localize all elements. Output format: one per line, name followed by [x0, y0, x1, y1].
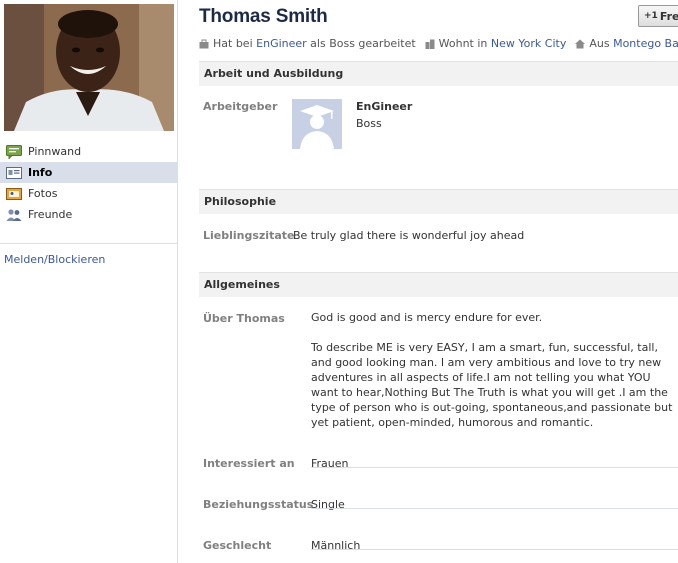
interested-in-label: Interessiert an — [203, 457, 295, 470]
add-friend-label: Fre — [659, 9, 678, 23]
nav-item-pinnwand[interactable]: Pinnwand — [0, 141, 178, 162]
gender-label: Geschlecht — [203, 539, 272, 552]
employer-logo-placeholder[interactable] — [292, 99, 342, 149]
interested-in-value: Frauen — [311, 457, 349, 470]
nav-item-info[interactable]: Info — [0, 162, 178, 183]
work-info: Hat bei EnGineer als Boss gearbeitet — [199, 37, 416, 50]
home-icon — [575, 39, 586, 49]
row-divider — [311, 508, 678, 509]
about-paragraph: God is good and is mercy endure for ever… — [311, 311, 543, 324]
about-paragraph: To describe ME is very EASY, I am a smar… — [311, 341, 673, 429]
from-prefix: Aus — [589, 37, 610, 50]
nav-label: Info — [28, 165, 53, 179]
wall-icon — [6, 144, 22, 160]
lives-info: Wohnt in New York City — [425, 37, 566, 50]
about-text: God is good and is mercy endure for ever… — [311, 310, 673, 445]
favorite-quotes-label: Lieblingszitate — [203, 229, 295, 242]
friends-icon — [6, 208, 22, 222]
nav-item-fotos[interactable]: Fotos — [0, 183, 178, 204]
employer-role: Boss — [356, 117, 382, 130]
nav-label: Freunde — [28, 207, 73, 221]
divider — [0, 243, 178, 244]
hometown-link[interactable]: Montego Bay — [613, 37, 678, 50]
row-divider — [311, 549, 678, 550]
nav-label: Fotos — [28, 186, 58, 200]
work-company-link[interactable]: EnGineer — [256, 37, 307, 50]
photos-icon — [6, 187, 22, 201]
about-label: Über Thomas — [203, 312, 285, 325]
lives-prefix: Wohnt in — [438, 37, 488, 50]
row-divider — [311, 467, 678, 468]
gender-value: Männlich — [311, 539, 361, 552]
work-suffix: als Boss gearbeitet — [310, 37, 416, 50]
employer-name-link[interactable]: EnGineer — [356, 100, 412, 113]
lives-city-link[interactable]: New York City — [491, 37, 566, 50]
building-icon — [425, 39, 435, 49]
relationship-status-label: Beziehungsstatus — [203, 498, 314, 511]
add-friend-button[interactable]: +1 Fre — [638, 5, 678, 27]
hometown-info: Aus Montego Bay — [575, 37, 678, 50]
profile-name: Thomas Smith — [199, 6, 328, 27]
briefcase-icon — [199, 39, 209, 49]
section-header-general: Allgemeines — [199, 272, 678, 297]
info-icon — [6, 166, 22, 180]
section-header-philosophy: Philosophie — [199, 189, 678, 214]
profile-photo[interactable] — [4, 4, 174, 131]
plus-one-icon: +1 — [644, 11, 658, 21]
nav-item-freunde[interactable]: Freunde — [0, 204, 178, 225]
work-prefix: Hat bei — [213, 37, 253, 50]
section-header-work: Arbeit und Ausbildung — [199, 61, 678, 86]
profile-photo-image — [4, 4, 174, 131]
profile-info-line: Hat bei EnGineer als Boss gearbeitet Woh… — [199, 37, 678, 50]
profile-nav: Pinnwand Info Fotos Freunde — [0, 141, 178, 225]
left-column: Pinnwand Info Fotos Freunde Melden/Block… — [0, 0, 178, 563]
favorite-quotes-value: Be truly glad there is wonderful joy ahe… — [293, 229, 525, 242]
employer-label: Arbeitgeber — [203, 100, 278, 113]
report-block-link[interactable]: Melden/Blockieren — [4, 253, 105, 266]
graduate-silhouette-icon — [292, 99, 342, 149]
relationship-status-value: Single — [311, 498, 345, 511]
nav-label: Pinnwand — [28, 144, 82, 158]
